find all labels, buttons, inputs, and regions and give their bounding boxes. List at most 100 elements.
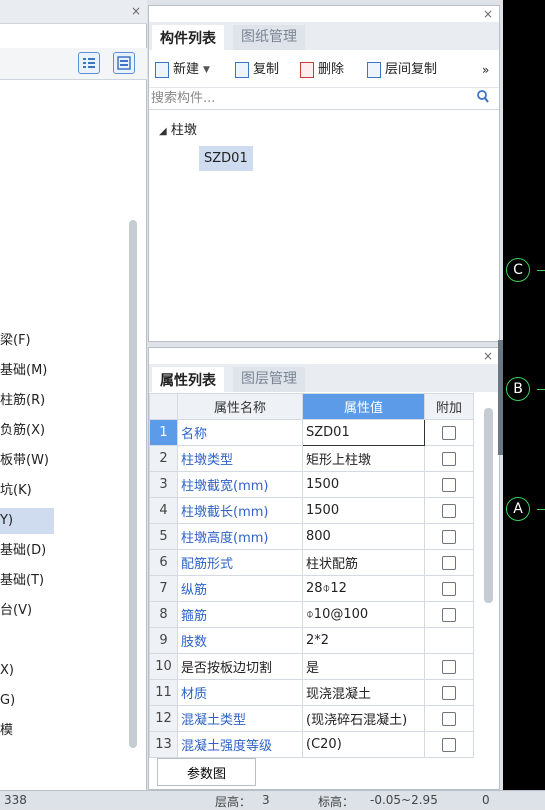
table-row[interactable]: 5 柱墩高度(mm) 800 xyxy=(149,523,474,550)
property-value[interactable]: 2*2 xyxy=(302,627,425,654)
more-tools-icon[interactable]: » xyxy=(482,60,489,80)
left-item[interactable] xyxy=(0,628,54,654)
left-item[interactable]: 坑(K) xyxy=(0,478,54,504)
extra-checkbox[interactable] xyxy=(442,581,456,596)
property-panel-close-icon[interactable]: × xyxy=(483,349,493,363)
table-row[interactable]: 11 材质 现浇混凝土 xyxy=(149,679,474,706)
table-row[interactable]: 10 是否按板边切割是 xyxy=(149,653,474,680)
table-row[interactable]: 1 名称 SZD01 xyxy=(149,419,474,446)
table-row[interactable]: 4 柱墩截长(mm) 1500 xyxy=(149,497,474,524)
extra-checkbox[interactable] xyxy=(442,607,456,622)
property-value[interactable]: SZD01 xyxy=(302,419,425,446)
property-value[interactable]: 1500 xyxy=(302,497,425,524)
property-value[interactable]: 现浇混凝土 xyxy=(302,679,425,706)
table-row[interactable]: 8 箍筋 ⌽10@100 xyxy=(149,601,474,628)
copy-button[interactable]: 复制 xyxy=(235,60,279,80)
row-number: 2 xyxy=(149,445,178,472)
property-name: 箍筋 xyxy=(177,601,303,628)
table-row[interactable]: 13 混凝土强度等级 (C20) xyxy=(149,731,474,758)
table-row[interactable]: 12 混凝土类型 (现浇碎石混凝土) xyxy=(149,705,474,732)
property-value[interactable]: ⌽10@100 xyxy=(302,601,425,628)
floor-height-value: 3 xyxy=(262,793,270,807)
tab-layer-management[interactable]: 图层管理 xyxy=(233,367,305,392)
table-row[interactable]: 3 柱墩截宽(mm) 1500 xyxy=(149,471,474,498)
parameter-diagram-button[interactable]: 参数图 xyxy=(157,758,256,786)
extra-cell xyxy=(424,601,474,628)
extra-checkbox[interactable] xyxy=(442,711,456,726)
extra-checkbox[interactable] xyxy=(442,685,456,700)
left-item-selected[interactable]: Y) xyxy=(0,508,54,534)
axis-line-b xyxy=(537,389,545,390)
property-value[interactable]: (现浇碎石混凝土) xyxy=(302,705,425,732)
extra-checkbox[interactable] xyxy=(442,737,456,752)
header-name: 属性名称 xyxy=(177,393,303,420)
property-value[interactable]: 800 xyxy=(302,523,425,550)
header-num xyxy=(149,393,178,420)
left-panel-toolbar xyxy=(0,48,147,80)
tab-property-list[interactable]: 属性列表 xyxy=(152,367,224,392)
new-icon xyxy=(155,62,169,78)
axis-marker-a[interactable]: A xyxy=(506,497,530,521)
list-view-icon[interactable] xyxy=(78,52,100,74)
property-value[interactable]: 1500 xyxy=(302,471,425,498)
left-item[interactable]: 负筋(X) xyxy=(0,418,54,444)
extra-checkbox[interactable] xyxy=(442,425,456,440)
property-scrollbar[interactable] xyxy=(484,408,493,603)
table-row[interactable]: 9 肢数 2*2 xyxy=(149,627,474,654)
tab-component-list[interactable]: 构件列表 xyxy=(152,25,224,50)
left-panel-scrollbar[interactable] xyxy=(129,220,137,748)
property-value[interactable]: 柱状配筋 xyxy=(302,549,425,576)
extra-checkbox[interactable] xyxy=(442,503,456,518)
left-item[interactable]: 基础(M) xyxy=(0,358,54,384)
new-button[interactable]: 新建 ▼ xyxy=(155,60,210,80)
tab-drawing-management[interactable]: 图纸管理 xyxy=(233,25,305,50)
extra-checkbox[interactable] xyxy=(442,451,456,466)
tree-node-root[interactable]: ◢ 柱墩 xyxy=(159,119,197,138)
axis-marker-b[interactable]: B xyxy=(506,377,530,401)
table-row[interactable]: 7 纵筋 28⌽12 xyxy=(149,575,474,602)
property-name: 纵筋 xyxy=(177,575,303,602)
property-value[interactable]: 28⌽12 xyxy=(302,575,425,602)
floor-copy-button[interactable]: 层间复制 xyxy=(367,60,437,80)
table-row[interactable]: 2 柱墩类型 矩形上柱墩 xyxy=(149,445,474,472)
component-panel-close-icon[interactable]: × xyxy=(483,7,493,21)
property-value[interactable]: 矩形上柱墩 xyxy=(302,445,425,472)
left-item[interactable]: 柱筋(R) xyxy=(0,388,54,414)
property-value[interactable]: (C20) xyxy=(302,731,425,758)
extra-checkbox[interactable] xyxy=(442,477,456,492)
drawing-canvas[interactable]: C B A xyxy=(503,0,545,790)
property-value[interactable]: 是 xyxy=(302,653,425,680)
extra-cell xyxy=(424,471,474,498)
tree-node-szd01[interactable]: SZD01 xyxy=(199,146,253,171)
left-item[interactable]: 基础(T) xyxy=(0,568,54,594)
table-header-row: 属性名称 属性值 附加 xyxy=(149,393,474,420)
extra-checkbox[interactable] xyxy=(442,659,456,674)
property-name: 混凝土强度等级 xyxy=(177,731,303,758)
row-number: 3 xyxy=(149,471,178,498)
elevation-label: 标高： xyxy=(318,795,355,809)
left-item[interactable]: X) xyxy=(0,658,54,684)
left-item[interactable]: 梁(F) xyxy=(0,328,54,354)
delete-icon xyxy=(300,62,314,78)
extra-checkbox[interactable] xyxy=(442,555,456,570)
row-number: 6 xyxy=(149,549,178,576)
left-item[interactable]: 板带(W) xyxy=(0,448,54,474)
header-value: 属性值 xyxy=(302,393,425,420)
extra-checkbox[interactable] xyxy=(442,529,456,544)
collapse-icon[interactable]: ◢ xyxy=(159,126,167,137)
left-panel-close-icon[interactable]: × xyxy=(131,4,141,18)
table-row[interactable]: 6 配筋形式 柱状配筋 xyxy=(149,549,474,576)
left-item[interactable]: 基础(D) xyxy=(0,538,54,564)
delete-button[interactable]: 删除 xyxy=(300,60,344,80)
header-extra: 附加 xyxy=(424,393,474,420)
search-box xyxy=(149,88,499,110)
row-number: 11 xyxy=(149,679,178,706)
left-item[interactable]: G) xyxy=(0,688,54,714)
chevron-down-icon[interactable]: ▼ xyxy=(203,60,210,80)
axis-marker-c[interactable]: C xyxy=(506,258,530,282)
left-item[interactable]: 模 xyxy=(0,718,54,744)
left-item[interactable]: 台(V) xyxy=(0,598,54,624)
search-input[interactable] xyxy=(149,88,469,108)
search-icon[interactable] xyxy=(477,90,489,108)
detail-view-icon[interactable] xyxy=(113,52,135,74)
